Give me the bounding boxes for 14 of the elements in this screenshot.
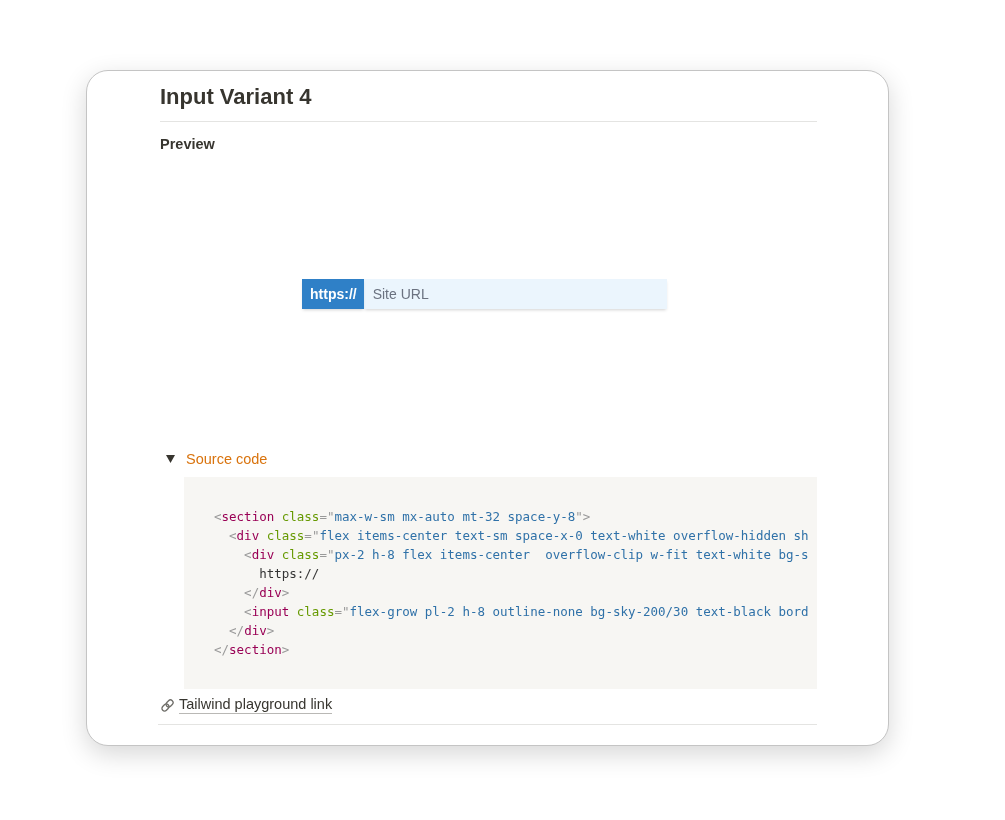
code-line: </section> — [214, 641, 290, 659]
code-line: <section class="max-w-sm mx-auto mt-32 space-y-8"> — [214, 508, 591, 526]
code-line: </div> — [228, 622, 275, 640]
page-title: Input Variant 4 — [160, 84, 313, 110]
code-line: https:// — [258, 565, 320, 583]
site-url-input[interactable]: Site URL — [363, 279, 667, 309]
code-line: <div class="px-2 h-8 flex items-center overflow-clip w-fit text-white bg-s — [243, 546, 809, 564]
section-heading: Preview — [160, 135, 216, 154]
code-line: <div class="flex items-center text-sm space-x-0 text-white overflow-hidden sh — [228, 527, 809, 545]
code-line: <input class="flex-grow pl-2 h-8 outline-none bg-sky-200/30 text-black bord — [243, 603, 809, 621]
link-icon — [160, 697, 175, 713]
code-line: </div> — [243, 584, 290, 602]
playground-link[interactable]: Tailwind playground link — [179, 696, 333, 714]
url-prefix-label: https:// — [302, 279, 364, 309]
